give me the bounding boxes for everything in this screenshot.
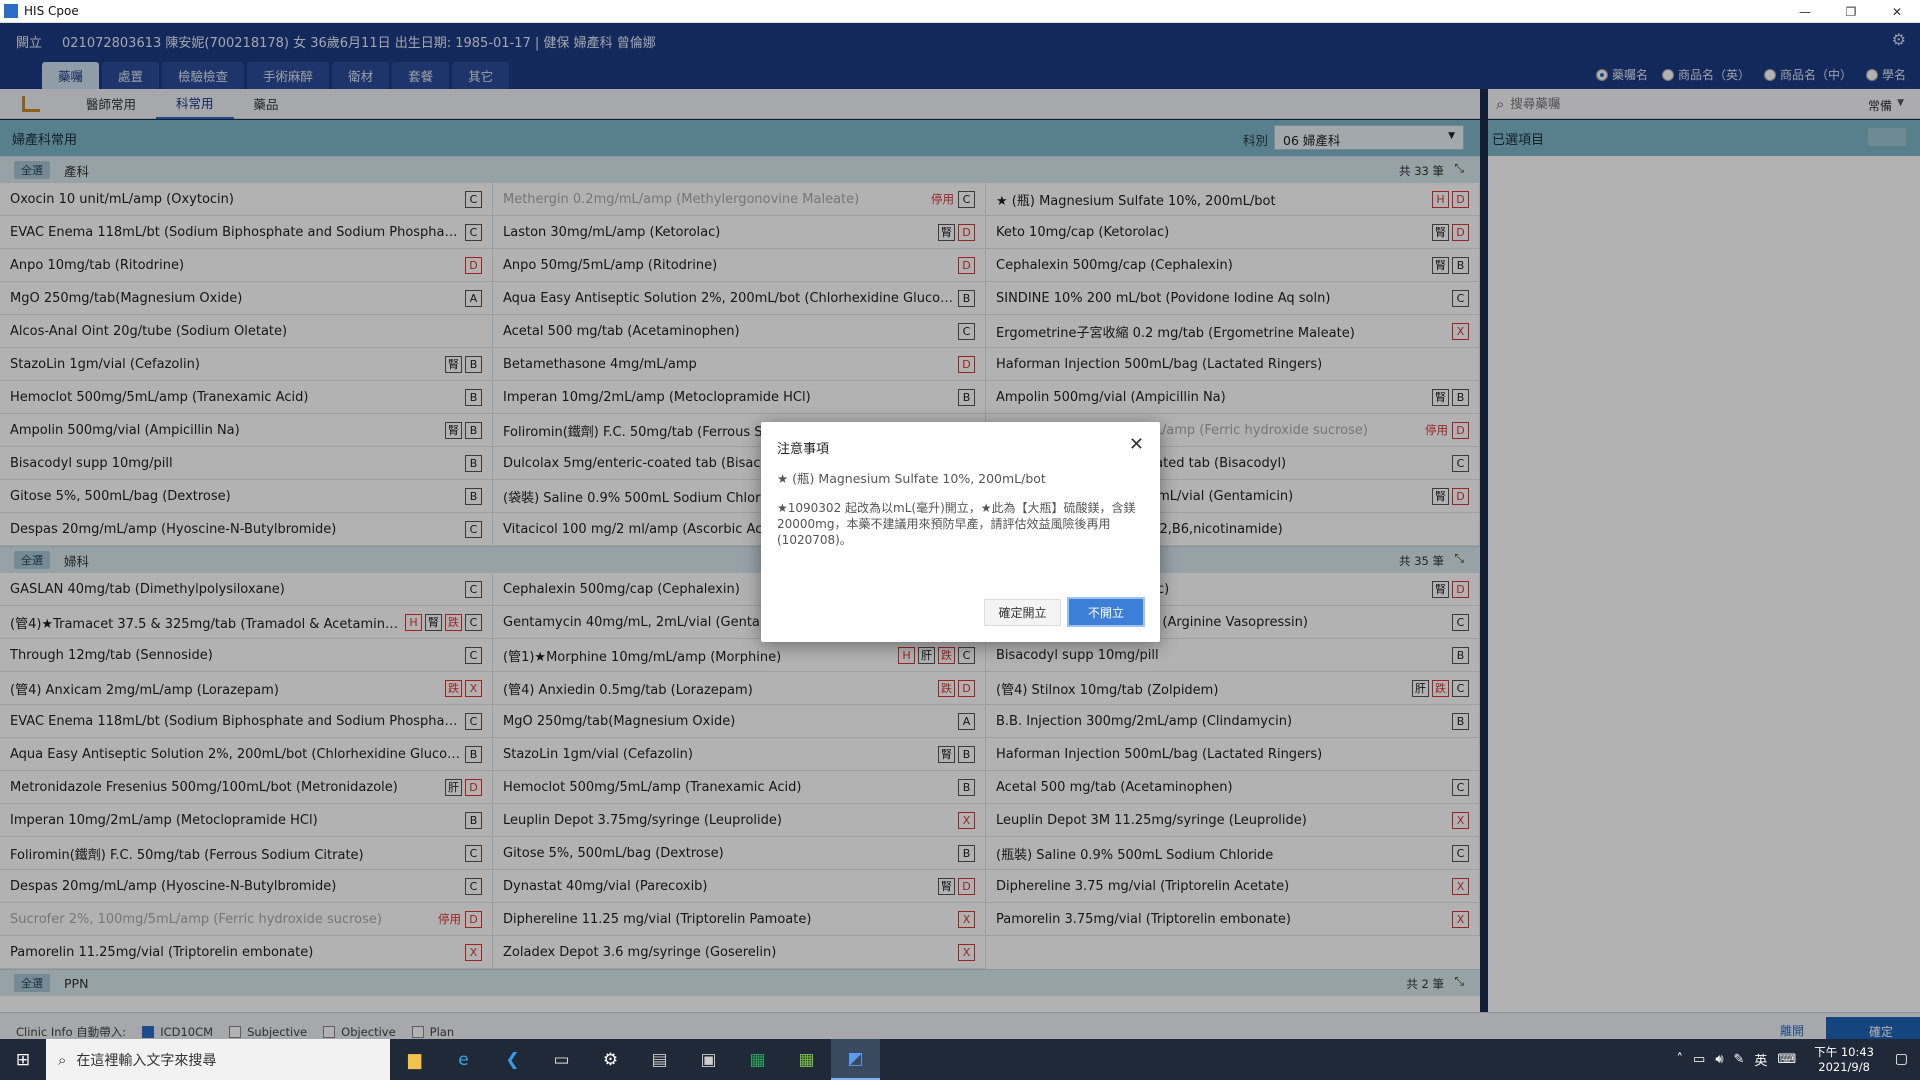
keyboard-icon[interactable]: ⌨ — [1777, 1052, 1796, 1067]
taskbar-search[interactable]: ⌕ 在這裡輸入文字來搜尋 — [46, 1039, 390, 1080]
network-icon[interactable]: ▭ — [1693, 1052, 1705, 1067]
ie-icon[interactable]: e — [439, 1039, 488, 1080]
settings-icon[interactable]: ⚙ — [586, 1039, 635, 1080]
search-icon: ⌕ — [58, 1050, 67, 1069]
restore-button[interactable]: ❐ — [1828, 0, 1874, 23]
clock-date: 2021/9/8 — [1818, 1059, 1870, 1074]
notification-icon[interactable]: ▢ — [1895, 1051, 1908, 1067]
system-tray: ˄ ▭ 🔊︎ ✎ 英 ⌨ 下午 10:43 2021/9/8 — [1677, 1039, 1874, 1080]
do-not-order-button[interactable]: 不開立 — [1067, 597, 1145, 627]
folder-icon[interactable]: ▆ — [390, 1039, 439, 1080]
ime-indicator[interactable]: 英 — [1754, 1050, 1767, 1069]
terminal-icon[interactable]: ▭ — [537, 1039, 586, 1080]
dialog-title: 注意事項 — [777, 442, 830, 457]
excel-icon[interactable]: ▦ — [733, 1039, 782, 1080]
clock[interactable]: 下午 10:43 2021/9/8 — [1814, 1045, 1874, 1075]
his-icon[interactable]: ◩ — [831, 1039, 880, 1080]
taskbar-search-placeholder: 在這裡輸入文字來搜尋 — [76, 1052, 217, 1069]
volume-icon[interactable]: 🔊︎ — [1715, 1052, 1723, 1067]
close-icon[interactable]: ✕ — [1129, 434, 1144, 455]
printer-icon[interactable]: ▤ — [635, 1039, 684, 1080]
excel2-icon[interactable]: ▦ — [782, 1039, 831, 1080]
notice-dialog: 注意事項 ✕ ★ (瓶) Magnesium Sulfate 10%, 200m… — [761, 422, 1160, 642]
dialog-message: ★1090302 起改為以mL(毫升)開立，★此為【大瓶】硫酸鎂，含鎂20000… — [777, 501, 1136, 547]
app-logo-icon — [4, 4, 18, 18]
dialog-drug-name: ★ (瓶) Magnesium Sulfate 10%, 200mL/bot — [777, 471, 1046, 486]
clock-time: 下午 10:43 — [1814, 1044, 1874, 1059]
chevron-up-icon[interactable]: ˄ — [1677, 1052, 1684, 1067]
windows-taskbar: ⊞ ⌕ 在這裡輸入文字來搜尋 ▆ e ❮ ▭ ⚙ ▤ ▣ ▦ ▦ ◩ ˄ ▭ 🔊… — [0, 1039, 1920, 1080]
vscode-icon[interactable]: ❮ — [488, 1039, 537, 1080]
window-title: HIS Cpoe — [24, 4, 79, 18]
pen-icon[interactable]: ✎ — [1734, 1052, 1745, 1067]
taskbar-apps: ▆ e ❮ ▭ ⚙ ▤ ▣ ▦ ▦ ◩ — [390, 1039, 880, 1080]
window-titlebar: HIS Cpoe — ❐ ✕ — [0, 0, 1920, 23]
windows-start-icon[interactable]: ⊞ — [0, 1039, 46, 1080]
minimize-button[interactable]: — — [1782, 0, 1828, 23]
console-icon[interactable]: ▣ — [684, 1039, 733, 1080]
close-window-button[interactable]: ✕ — [1874, 0, 1920, 23]
confirm-order-button[interactable]: 確定開立 — [984, 599, 1061, 626]
